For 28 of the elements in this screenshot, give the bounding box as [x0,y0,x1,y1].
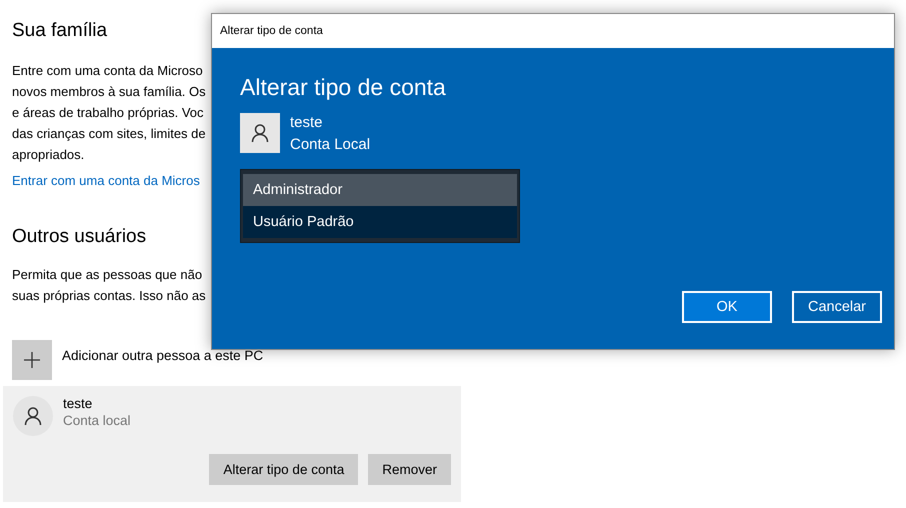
window-title: Alterar tipo de conta [220,25,323,37]
description-line: Permita que as pessoas que não [12,266,202,284]
person-icon [23,406,43,426]
description-line: novos membros à sua família. Os [12,83,206,101]
ok-button[interactable]: OK [682,291,772,323]
cancel-button[interactable]: Cancelar [792,291,882,323]
description-line: suas próprias contas. Isso não as [12,287,206,305]
account-type: Conta Local [290,135,370,155]
list-option[interactable]: Usuário Padrão [243,206,517,238]
dialog-heading: Alterar tipo de conta [240,74,446,101]
description-line: e áreas de trabalho próprias. Voc [12,104,204,122]
list-option[interactable]: Administrador [243,174,517,206]
plus-icon [23,351,41,369]
user-name: teste [63,396,92,411]
card-button[interactable]: Remover [368,454,451,485]
add-button[interactable] [12,340,52,380]
user-card[interactable]: teste Conta local Alterar tipo de conta Remover [3,386,461,502]
user-name: teste [290,113,323,133]
section-heading: Sua família [12,20,108,42]
card-button[interactable]: Alterar tipo de conta [209,454,358,485]
section-heading: Outros usuários [12,226,146,248]
add-person-label[interactable]: Adicionar outra pessoa a este PC [62,348,264,363]
person-icon [250,123,270,143]
description-line: das crianças com sites, limites de [12,125,206,143]
description-line: Entre com uma conta da Microso [12,62,203,80]
sign-in-link[interactable]: Entrar com uma conta da Micros [12,173,200,188]
account-type: Conta local [63,413,131,428]
description-line: apropriados. [12,146,84,164]
